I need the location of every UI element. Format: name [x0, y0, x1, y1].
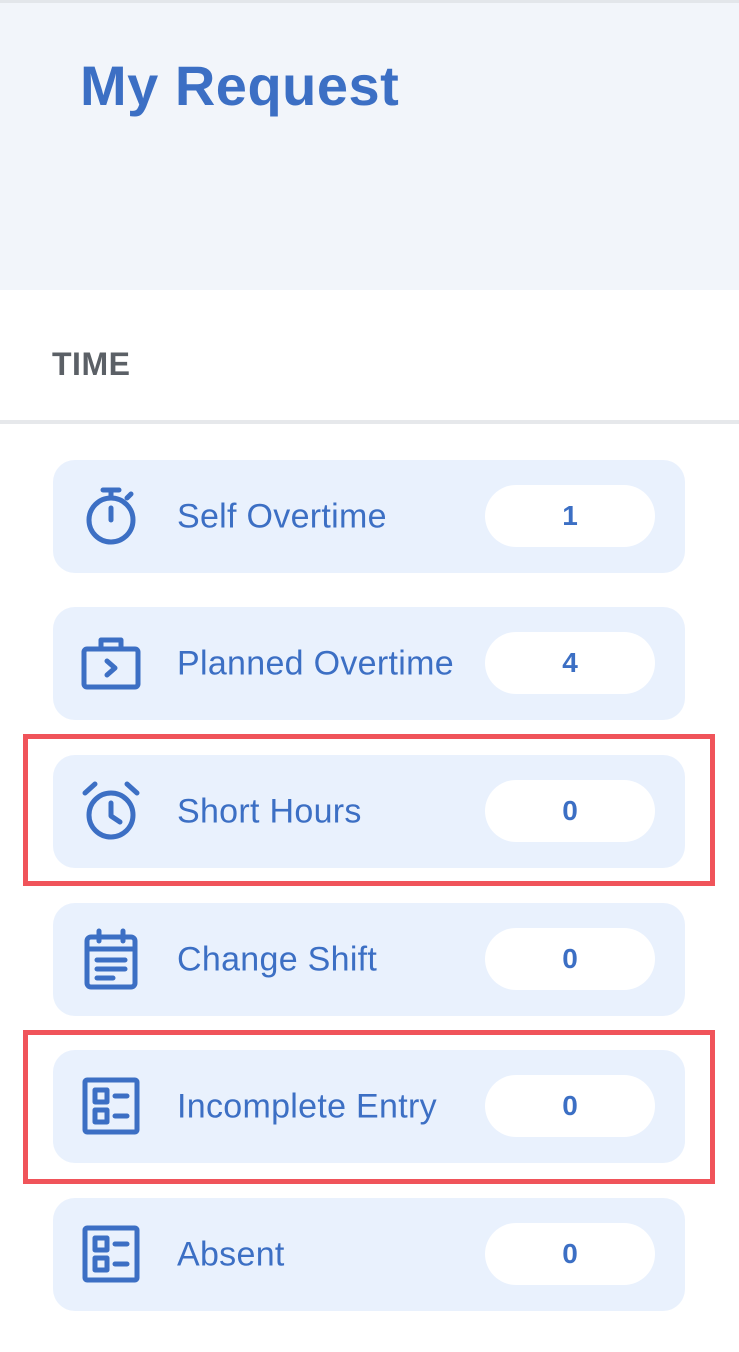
briefcase-icon	[79, 631, 143, 695]
request-item-absent[interactable]: Absent 0	[53, 1198, 685, 1311]
header: My Request	[0, 0, 739, 290]
form-icon	[79, 1222, 143, 1286]
stopwatch-icon	[79, 484, 143, 548]
request-item-label: Absent	[177, 1235, 285, 1273]
highlight-box-short-hours	[23, 734, 715, 886]
request-count-badge: 1	[485, 485, 655, 547]
request-item-label: Self Overtime	[177, 497, 387, 535]
request-item-label: Planned Overtime	[177, 644, 454, 682]
page-title: My Request	[80, 54, 400, 117]
section-divider	[0, 420, 739, 424]
request-item-planned-overtime[interactable]: Planned Overtime 4	[53, 607, 685, 720]
request-item-self-overtime[interactable]: Self Overtime 1	[53, 460, 685, 573]
request-item-label: Change Shift	[177, 940, 378, 978]
calendar-icon	[79, 927, 143, 991]
request-item-change-shift[interactable]: Change Shift 0	[53, 903, 685, 1016]
request-count-badge: 4	[485, 632, 655, 694]
request-count-badge: 0	[485, 928, 655, 990]
section-label-time: TIME	[52, 346, 131, 382]
request-count-badge: 0	[485, 1223, 655, 1285]
highlight-box-incomplete-entry	[23, 1030, 715, 1184]
